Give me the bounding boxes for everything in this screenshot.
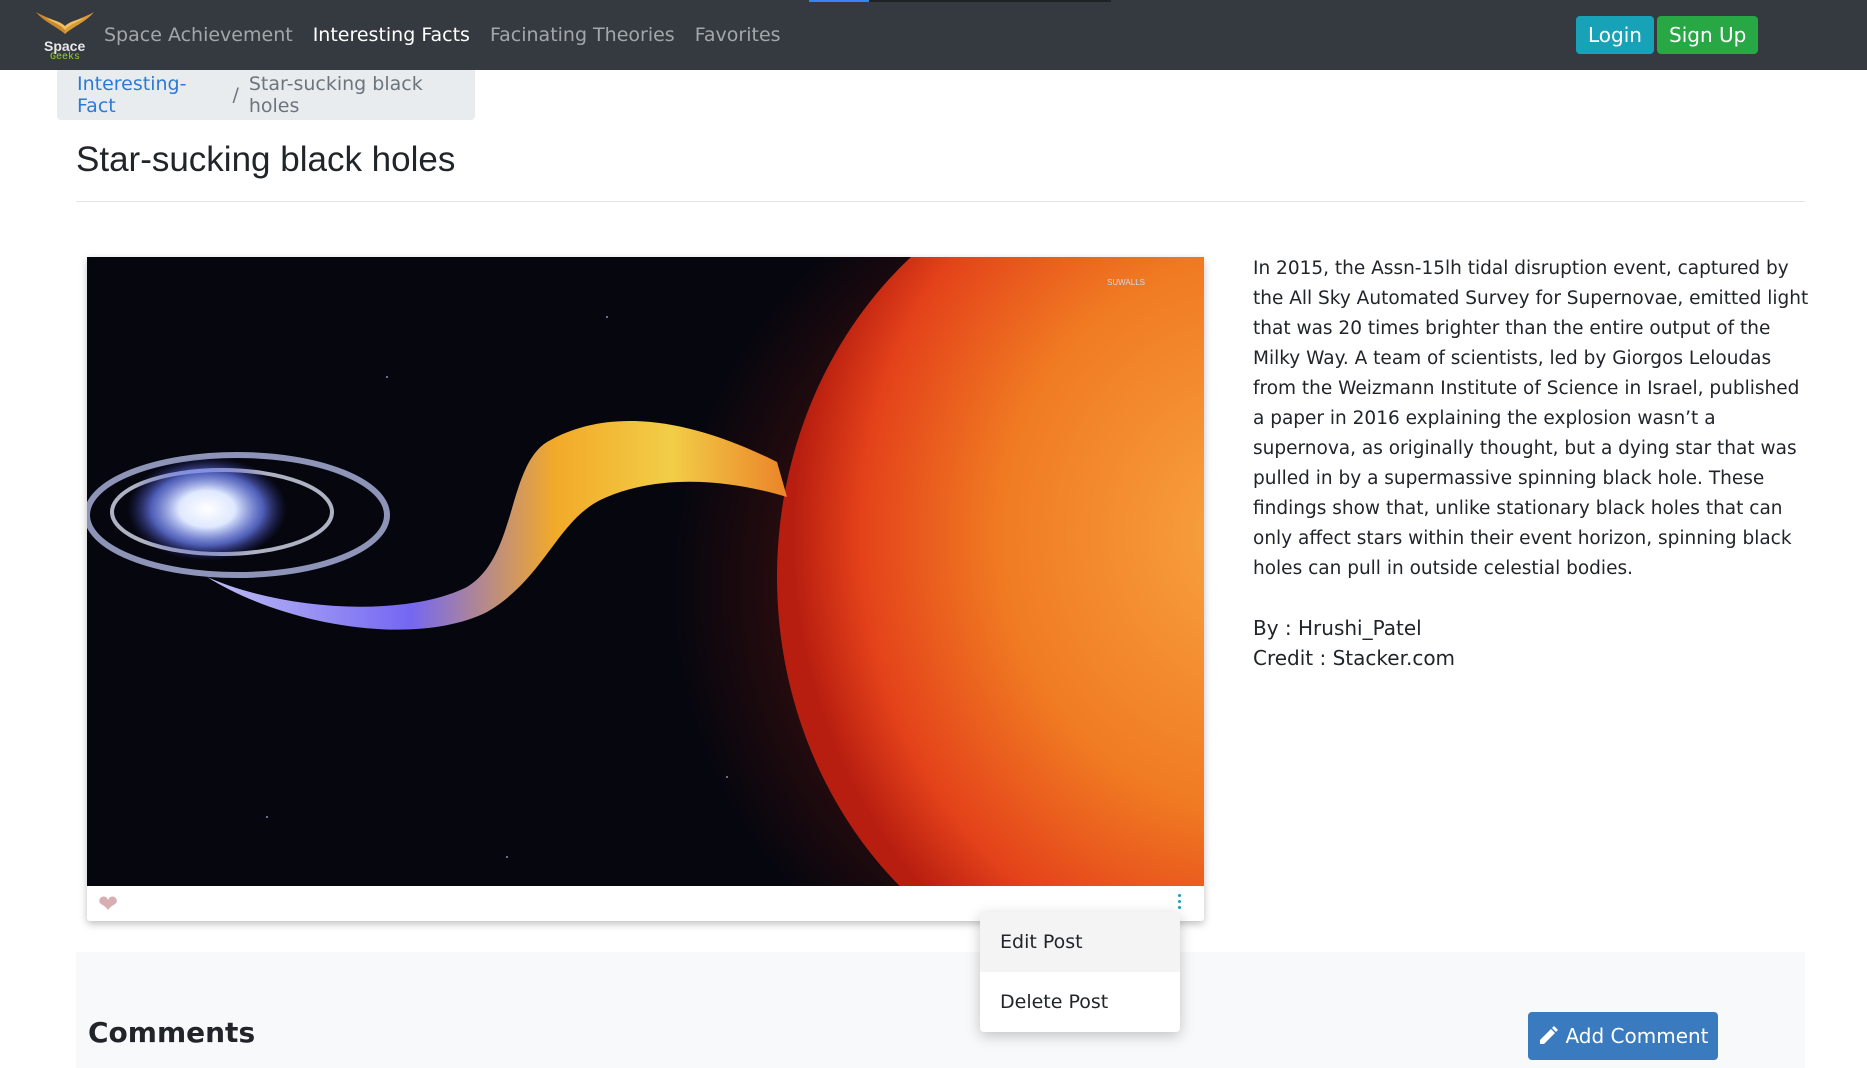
author-line: By : Hrushi_Patel [1253, 613, 1455, 643]
title-divider [76, 201, 1805, 202]
comments-heading: Comments [88, 1016, 256, 1049]
add-comment-button[interactable]: Add Comment [1528, 1012, 1718, 1060]
top-navbar: Space Geeks Space Achievement Interestin… [0, 0, 1867, 70]
post-card: SUWALLS ❤ [87, 257, 1204, 921]
add-comment-label: Add Comment [1565, 1024, 1709, 1048]
loading-track [869, 0, 1111, 2]
login-button[interactable]: Login [1576, 16, 1654, 54]
delete-post-menu-item[interactable]: Delete Post [980, 972, 1180, 1032]
black-hole-illustration: SUWALLS [87, 257, 1204, 886]
loading-indicator [809, 0, 869, 2]
page-title: Star-sucking black holes [76, 140, 456, 179]
comments-section: Comments Add Comment [76, 952, 1805, 1068]
post-image: SUWALLS [87, 257, 1204, 886]
nav-interesting-facts[interactable]: Interesting Facts [313, 24, 470, 46]
edit-post-menu-item[interactable]: Edit Post [980, 912, 1180, 972]
credit-line: Credit : Stacker.com [1253, 643, 1455, 673]
nav-facinating-theories[interactable]: Facinating Theories [490, 24, 675, 46]
kebab-menu-icon[interactable] [1174, 892, 1184, 914]
image-watermark: SUWALLS [1107, 278, 1145, 287]
wings-icon [36, 12, 94, 34]
signup-button[interactable]: Sign Up [1657, 16, 1759, 54]
credit-source: Stacker.com [1332, 646, 1456, 670]
heart-icon[interactable]: ❤ [98, 892, 118, 916]
credit-label: Credit : [1253, 646, 1333, 670]
breadcrumb-parent-link[interactable]: Interesting-Fact [77, 73, 222, 117]
brand-logo[interactable]: Space Geeks [36, 8, 94, 64]
author-label: By : [1253, 616, 1299, 640]
nav-space-achievement[interactable]: Space Achievement [104, 24, 293, 46]
breadcrumb-current: Star-sucking black holes [248, 73, 423, 117]
post-meta: By : Hrushi_Patel Credit : Stacker.com [1253, 613, 1455, 673]
breadcrumb-separator: / [232, 84, 239, 106]
nav-links: Space Achievement Interesting Facts Faci… [104, 0, 801, 70]
breadcrumb: Interesting-Fact / Star-sucking black ho… [57, 70, 475, 120]
brand-subname: Geeks [50, 52, 81, 63]
author-name: Hrushi_Patel [1298, 616, 1422, 640]
post-description: In 2015, the Assn-15lh tidal disruption … [1253, 258, 1809, 579]
nav-favorites[interactable]: Favorites [695, 24, 781, 46]
post-options-dropdown: Edit Post Delete Post [980, 912, 1180, 1032]
pencil-icon [1540, 1026, 1559, 1044]
